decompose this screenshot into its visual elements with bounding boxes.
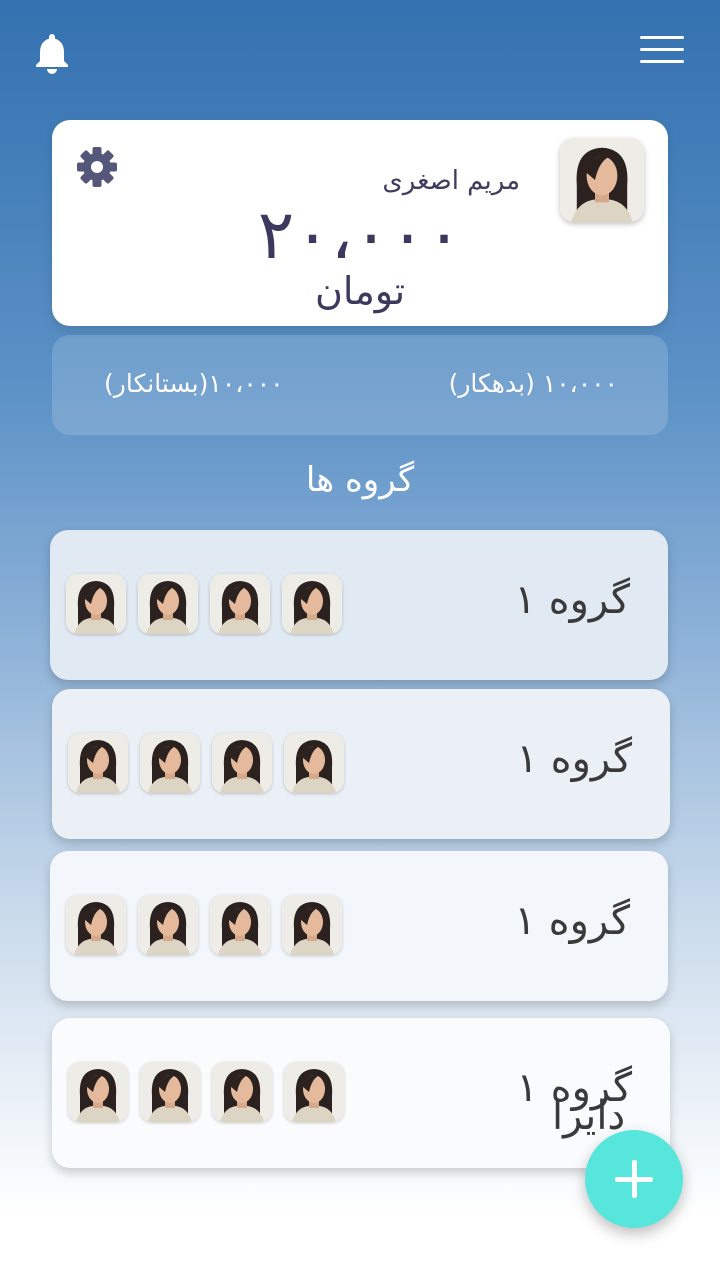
user-name: مریم اصغری: [382, 166, 520, 196]
profile-card: مریم اصغری ۲۰،۰۰۰ تومان: [52, 120, 668, 326]
member-avatar: [284, 1062, 344, 1122]
group-name: گروه ۱: [514, 577, 630, 623]
member-avatar: [212, 733, 272, 793]
groups-title: گروه ها: [305, 460, 415, 500]
group-name: گروه ۱: [514, 898, 630, 944]
group-card[interactable]: گروه ۱: [52, 689, 670, 839]
member-avatar: [282, 895, 342, 955]
member-avatar: [284, 733, 344, 793]
member-avatar: [66, 895, 126, 955]
balance-summary: ۱۰،۰۰۰ (بدهکار) ۱۰،۰۰۰(بستانکار): [52, 335, 668, 435]
member-avatar: [68, 733, 128, 793]
group-members: [68, 733, 358, 793]
member-avatar: [138, 895, 198, 955]
group-members: [66, 574, 356, 634]
gear-icon[interactable]: [76, 146, 118, 188]
balance-amount: ۲۰،۰۰۰: [257, 196, 463, 275]
member-avatar: [210, 895, 270, 955]
member-avatar: [212, 1062, 272, 1122]
debtor-amount: ۱۰،۰۰۰ (بدهکار): [448, 369, 618, 398]
overlap-label: دایرا: [552, 1093, 626, 1139]
member-avatar: [282, 574, 342, 634]
member-avatar: [66, 574, 126, 634]
group-members: [66, 895, 356, 955]
hamburger-menu-icon[interactable]: [640, 36, 684, 72]
member-avatar: [210, 574, 270, 634]
top-bar: [0, 0, 720, 100]
add-group-button[interactable]: [585, 1130, 683, 1228]
member-avatar: [140, 1062, 200, 1122]
member-avatar: [138, 574, 198, 634]
member-avatar: [140, 733, 200, 793]
member-avatar: [68, 1062, 128, 1122]
currency-label: تومان: [314, 269, 406, 313]
group-members: [68, 1062, 358, 1122]
creditor-amount: ۱۰،۰۰۰(بستانکار): [104, 369, 284, 398]
bell-icon[interactable]: [32, 30, 72, 74]
group-name: گروه ۱: [516, 736, 632, 782]
group-card[interactable]: گروه ۱: [50, 530, 668, 680]
group-card[interactable]: گروه ۱: [50, 851, 668, 1001]
